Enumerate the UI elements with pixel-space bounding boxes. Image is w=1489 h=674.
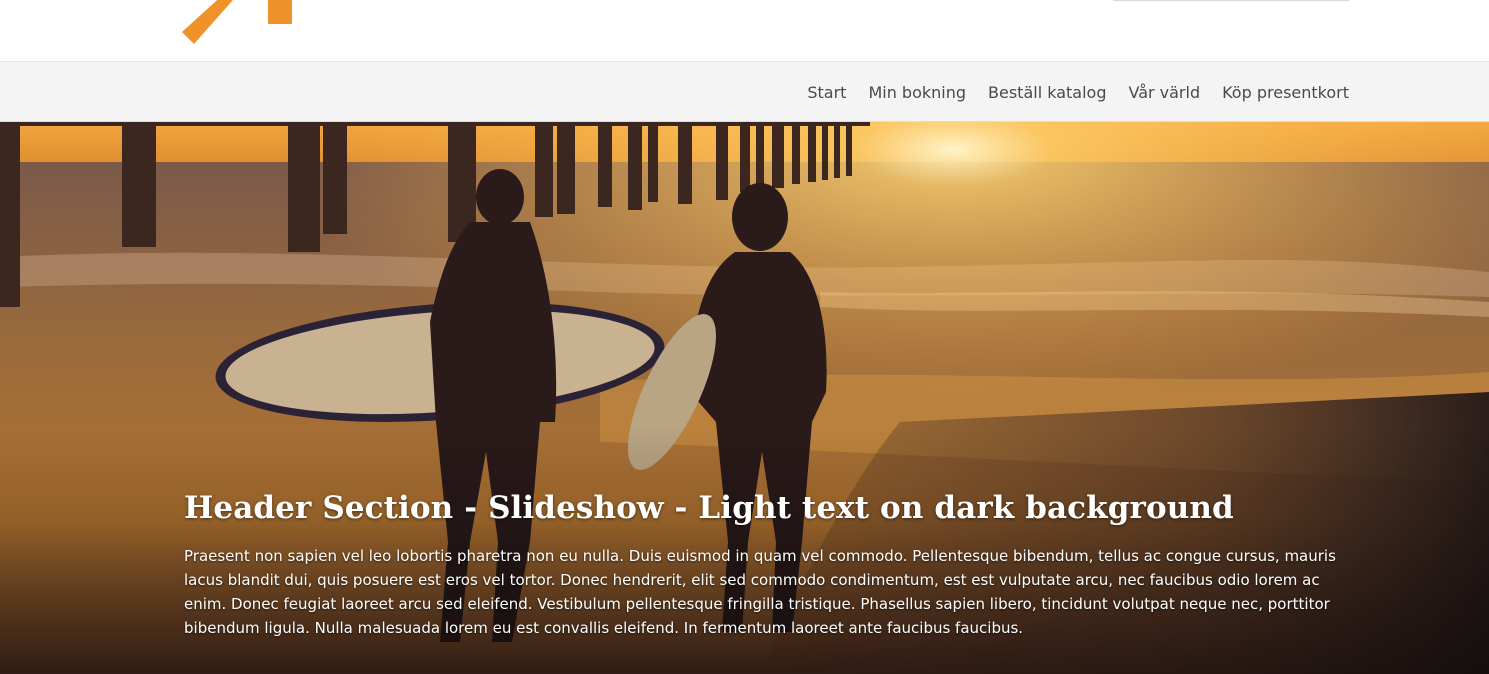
nav-item-bestall-katalog[interactable]: Beställ katalog <box>988 83 1106 102</box>
hero-slideshow: Header Section - Slideshow - Light text … <box>0 122 1489 674</box>
hero-title: Header Section - Slideshow - Light text … <box>184 490 1234 526</box>
orange-arrow-logo-icon[interactable] <box>176 0 296 48</box>
hero-text: Praesent non sapien vel leo lobortis pha… <box>184 547 1336 637</box>
site-header <box>0 0 1489 62</box>
nav-item-kop-presentkort[interactable]: Köp presentkort <box>1222 83 1349 102</box>
main-navigation: Start Min bokning Beställ katalog Vår vä… <box>0 62 1489 122</box>
nav-item-var-varld[interactable]: Vår värld <box>1128 83 1200 102</box>
nav-item-start[interactable]: Start <box>807 83 846 102</box>
header-search-edge <box>1113 0 1349 1</box>
nav-menu: Start Min bokning Beställ katalog Vår vä… <box>785 62 1349 122</box>
nav-item-min-bokning[interactable]: Min bokning <box>868 83 966 102</box>
hero-caption: Header Section - Slideshow - Light text … <box>184 490 1364 640</box>
